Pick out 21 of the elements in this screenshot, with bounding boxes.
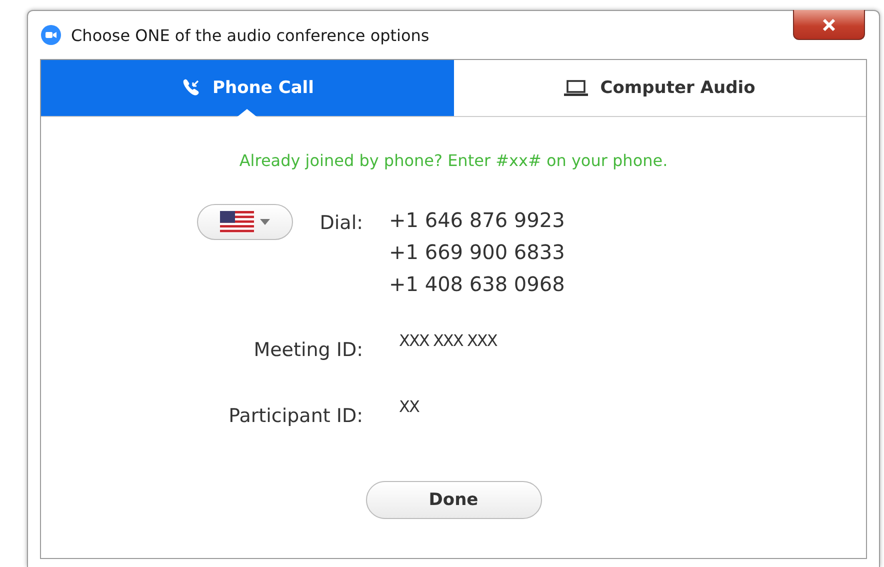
field-value: XX [398, 397, 420, 418]
field-value: XXX XXX XXX [398, 331, 498, 352]
phone-number: +1 408 638 0968 [389, 272, 566, 297]
country-dropdown[interactable] [197, 204, 293, 240]
phone-number: +1 669 900 6833 [389, 240, 566, 265]
caret-icon [260, 219, 270, 225]
phone-number: +1 646 876 9923 [389, 208, 566, 233]
hint-text: Already joined by phone? Enter #xx# on your phone. [238, 151, 669, 170]
close-button[interactable] [793, 10, 865, 40]
tab-pointer [237, 109, 258, 117]
done-button[interactable]: Done [366, 481, 542, 519]
window-title: Choose ONE of the audio conference options [71, 26, 430, 44]
close-icon [822, 18, 836, 30]
phone-icon [180, 78, 201, 98]
laptop-icon [564, 79, 588, 97]
dial-label: Dial: [320, 211, 363, 234]
field-label: Participant ID: [228, 404, 363, 427]
app-logo-icon [41, 25, 61, 45]
flag-icon [220, 211, 254, 233]
tab[interactable]: Phone Call [41, 60, 454, 116]
field-label: Meeting ID: [252, 338, 363, 361]
